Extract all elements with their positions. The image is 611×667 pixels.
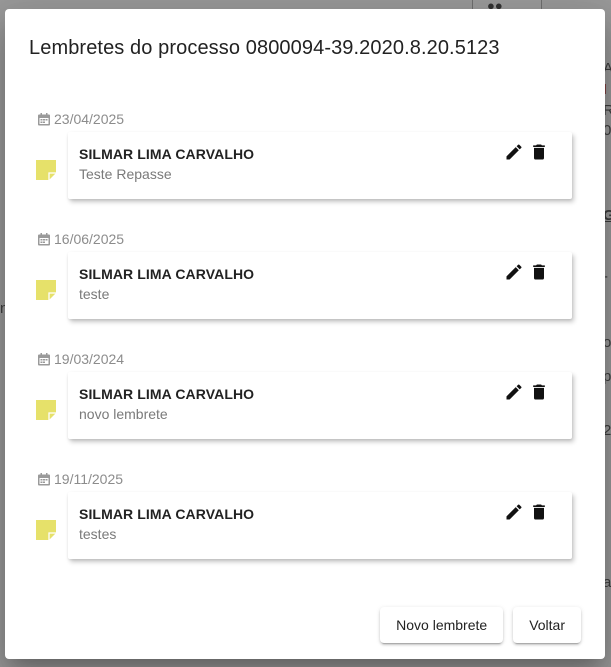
back-button[interactable]: Voltar [513, 607, 581, 643]
trash-icon [533, 384, 545, 400]
reminder-text: Teste Repasse [79, 166, 172, 182]
reminder-date: 16/06/2025 [38, 231, 124, 247]
dialog-title: Lembretes do processo 0800094-39.2020.8.… [29, 37, 500, 59]
delete-reminder-button[interactable] [529, 382, 549, 402]
reminder-date: 19/03/2024 [38, 351, 124, 367]
pencil-icon [506, 144, 522, 160]
reminder-author: SILMAR LIMA CARVALHO [79, 146, 255, 162]
trash-icon [533, 144, 545, 160]
reminder-list: 23/04/2025 SILMAR LIMA CARVALHO Teste Re… [5, 109, 605, 589]
reminder-item: 16/06/2025 SILMAR LIMA CARVALHO teste [5, 229, 605, 349]
reminder-card: SILMAR LIMA CARVALHO testes [68, 492, 572, 559]
reminder-card: SILMAR LIMA CARVALHO teste [68, 252, 572, 319]
reminder-date: 19/11/2025 [38, 471, 123, 487]
reminder-item: 19/03/2024 SILMAR LIMA CARVALHO novo lem… [5, 349, 605, 469]
pencil-icon [506, 504, 522, 520]
delete-reminder-button[interactable] [529, 502, 549, 522]
reminder-date: 23/04/2025 [38, 111, 124, 127]
reminder-item: 19/11/2025 SILMAR LIMA CARVALHO testes [5, 469, 605, 589]
reminder-text: novo lembrete [79, 406, 168, 422]
edit-reminder-button[interactable] [504, 262, 524, 282]
new-reminder-button[interactable]: Novo lembrete [380, 607, 504, 643]
sticky-note-icon [36, 280, 56, 300]
edit-reminder-button[interactable] [504, 502, 524, 522]
reminder-date-text: 19/11/2025 [54, 471, 124, 487]
pencil-icon [506, 384, 522, 400]
delete-reminder-button[interactable] [529, 142, 549, 162]
dialog-actions: Novo lembrete Voltar [380, 607, 581, 643]
sticky-note-icon [36, 400, 56, 420]
sticky-note-icon [36, 520, 56, 540]
reminders-dialog: Lembretes do processo 0800094-39.2020.8.… [5, 9, 605, 659]
reminder-date-text: 23/04/2025 [54, 111, 125, 127]
sticky-note-icon [36, 160, 56, 180]
delete-reminder-button[interactable] [529, 262, 549, 282]
reminder-text: teste [79, 286, 110, 302]
edit-reminder-button[interactable] [504, 382, 524, 402]
calendar-icon [38, 112, 50, 126]
reminder-date-text: 16/06/2025 [54, 231, 125, 247]
reminder-author: SILMAR LIMA CARVALHO [79, 506, 255, 522]
pencil-icon [506, 264, 522, 280]
reminder-author: SILMAR LIMA CARVALHO [79, 386, 255, 402]
reminder-card: SILMAR LIMA CARVALHO novo lembrete [68, 372, 572, 439]
edit-reminder-button[interactable] [504, 142, 524, 162]
trash-icon [533, 504, 545, 520]
reminder-date-text: 19/03/2024 [54, 351, 125, 367]
calendar-icon [38, 472, 50, 486]
reminder-text: testes [79, 526, 117, 542]
reminder-item: 23/04/2025 SILMAR LIMA CARVALHO Teste Re… [5, 109, 605, 229]
calendar-icon [38, 232, 50, 246]
reminder-card: SILMAR LIMA CARVALHO Teste Repasse [68, 132, 572, 199]
calendar-icon [38, 352, 50, 366]
trash-icon [533, 264, 545, 280]
reminder-author: SILMAR LIMA CARVALHO [79, 266, 255, 282]
